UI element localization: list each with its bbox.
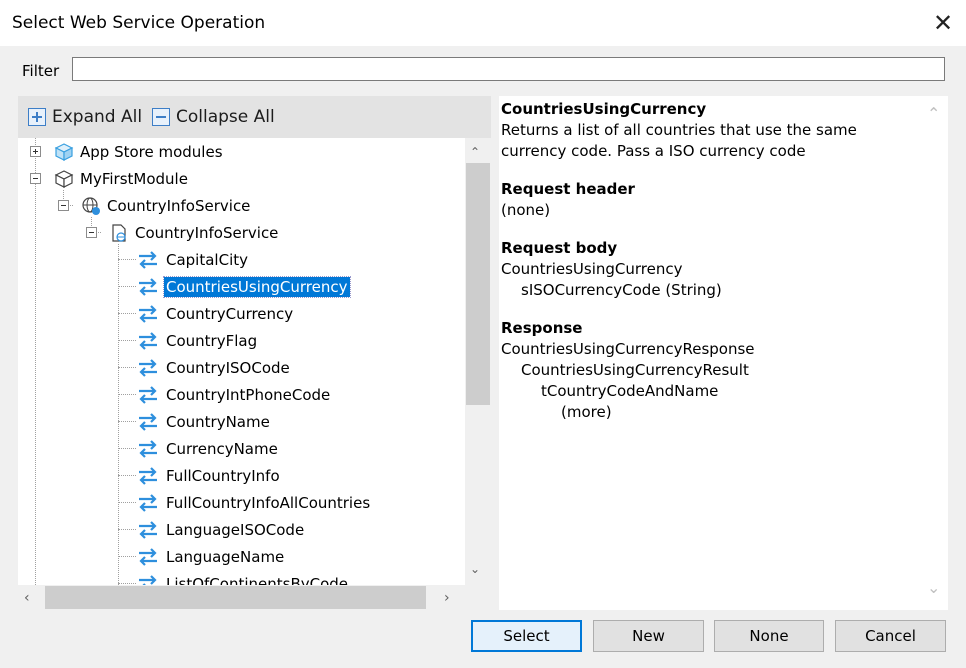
tree-node-label: CountryInfoService [135,224,279,242]
operation-label: LanguageISOCode [166,521,305,539]
request-body-line: CountriesUsingCurrency [501,260,683,278]
scroll-right-icon[interactable]: › [444,590,450,606]
exchange-arrows-icon [139,440,157,458]
request-header-title: Request header [501,180,635,198]
response-more-link[interactable]: (more) [561,403,612,421]
tree-operation-item[interactable]: CountryISOCode [138,357,290,379]
exchange-arrows-icon [139,548,157,566]
window-title: Select Web Service Operation [12,13,266,33]
request-body-title: Request body [501,239,618,257]
filter-input[interactable] [72,57,945,81]
operation-label: CountryFlag [166,332,258,350]
title-bar: Select Web Service Operation ✕ [0,0,966,46]
exchange-arrows-icon [139,332,157,350]
operation-label: CapitalCity [166,251,248,269]
tree-horizontal-scroll-thumb[interactable] [45,586,426,609]
tree-vertical-scroll-thumb[interactable] [466,163,490,405]
exchange-arrows-icon [139,467,157,485]
filter-label: Filter [22,62,60,80]
exchange-arrows-icon [139,575,157,585]
plus-box-icon [28,108,46,126]
operation-label: CountryISOCode [166,359,290,377]
module-box-icon [54,170,74,188]
details-description: currency code. Pass a ISO currency code [501,142,806,160]
response-line: CountriesUsingCurrencyResult [521,361,749,379]
collapse-all-label: Collapse All [176,107,275,127]
close-icon[interactable]: ✕ [920,0,966,46]
operation-label: CurrencyName [166,440,278,458]
tree-node-service-folder[interactable]: CountryInfoService [81,195,250,217]
expand-all-label: Expand All [52,107,143,127]
tree-node-label: CountryInfoService [107,197,251,215]
web-service-globe-icon [82,197,100,215]
tree-operation-item[interactable]: CurrencyName [138,438,278,460]
tree-operation-item[interactable]: CountriesUsingCurrency [138,276,351,298]
scroll-up-icon[interactable]: ⌃ [470,145,480,159]
scroll-down-icon[interactable]: ⌄ [470,562,480,576]
new-button[interactable]: New [593,620,704,652]
tree-operation-item[interactable]: CountryFlag [138,330,257,352]
select-button[interactable]: Select [471,620,582,652]
operation-label: CountryCurrency [166,305,294,323]
none-button[interactable]: None [714,620,824,652]
exchange-arrows-icon [139,305,157,323]
exchange-arrows-icon [139,278,157,296]
expand-all-button[interactable]: Expand All [28,104,142,130]
tree-operation-item[interactable]: FullCountryInfoAllCountries [138,492,370,514]
exchange-arrows-icon [139,521,157,539]
tree-node-label: App Store modules [80,143,223,161]
minus-box-icon [152,108,170,126]
tree-operation-item[interactable]: LanguageName [138,546,284,568]
tree-node-app-store-modules[interactable]: App Store modules [54,141,223,163]
expand-toggle[interactable] [30,146,41,157]
tree-operation-item[interactable]: CountryName [138,411,270,433]
response-title: Response [501,319,583,337]
collapse-toggle[interactable] [30,173,41,184]
tree-node-label: MyFirstModule [80,170,188,188]
details-scroll-up-icon[interactable]: ⌃ [927,104,940,123]
operation-label: FullCountryInfo [166,467,280,485]
package-icon [54,143,74,161]
operation-label: CountriesUsingCurrency [163,276,351,298]
response-line: CountriesUsingCurrencyResponse [501,340,755,358]
tree-operation-item[interactable]: CountryCurrency [138,303,293,325]
collapse-toggle[interactable] [58,200,69,211]
operation-label: FullCountryInfoAllCountries [166,494,371,512]
response-line: tCountryCodeAndName [541,382,719,400]
exchange-arrows-icon [139,494,157,512]
tree-node-service-document[interactable]: CountryInfoService [109,222,278,244]
collapse-toggle[interactable] [86,227,97,238]
tree-operation-item[interactable]: CapitalCity [138,249,248,271]
exchange-arrows-icon [139,413,157,431]
tree-node-my-first-module[interactable]: MyFirstModule [54,168,188,190]
cancel-button[interactable]: Cancel [835,620,946,652]
details-scroll-down-icon[interactable]: ⌄ [927,578,940,597]
tree-operation-item[interactable]: LanguageISOCode [138,519,304,541]
details-description: Returns a list of all countries that use… [501,121,857,139]
exchange-arrows-icon [139,251,157,269]
details-operation-name: CountriesUsingCurrency [501,100,707,118]
exchange-arrows-icon [139,359,157,377]
collapse-all-button[interactable]: Collapse All [152,104,275,130]
tree-operation-item[interactable]: CountryIntPhoneCode [138,384,330,406]
operation-label: LanguageName [166,548,285,566]
exchange-arrows-icon [139,386,157,404]
operation-label: CountryName [166,413,270,431]
operation-label: CountryIntPhoneCode [166,386,331,404]
tree-operation-item[interactable]: FullCountryInfo [138,465,280,487]
details-vertical-scrollbar[interactable] [923,96,948,610]
request-header-value: (none) [501,201,551,219]
tree-operation-item[interactable]: ListOfContinentsByCode [138,573,348,585]
operation-label: ListOfContinentsByCode [166,575,349,585]
scroll-left-icon[interactable]: ‹ [24,590,30,606]
document-globe-icon [112,224,126,242]
module-tree[interactable]: App Store modules MyFirstModule CountryI… [18,138,465,585]
request-body-line: sISOCurrencyCode (String) [521,281,722,299]
